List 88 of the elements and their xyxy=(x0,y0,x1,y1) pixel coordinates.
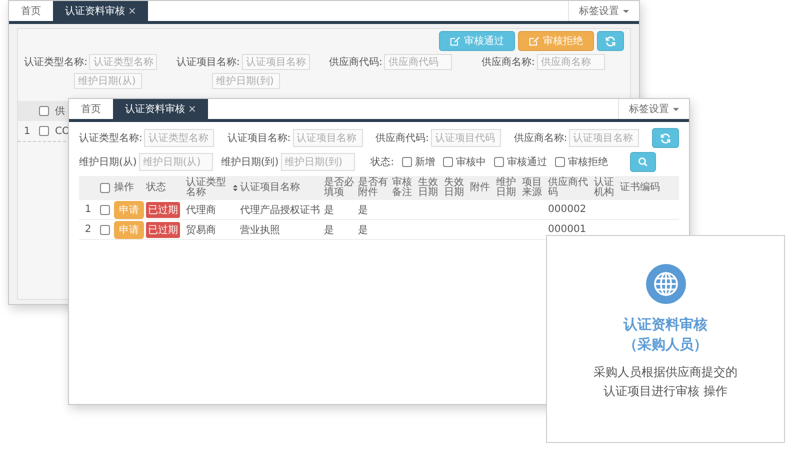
tab[interactable]: 首页 xyxy=(9,1,53,21)
globe-icon xyxy=(646,264,686,304)
checkbox-label: 新增 xyxy=(415,156,435,169)
checkbox[interactable] xyxy=(443,157,453,167)
input-field[interactable]: 认证类型名称 xyxy=(144,129,214,147)
field-label: 状态: xyxy=(370,156,394,169)
refresh-icon xyxy=(605,36,616,46)
field-label: 供应商代码: xyxy=(329,56,382,69)
column-header: 项目来源 xyxy=(522,178,543,198)
column-header: 生效日期 xyxy=(418,178,439,198)
checkbox[interactable] xyxy=(39,126,49,136)
column-header: 审核备注 xyxy=(392,178,413,198)
input-field[interactable]: 认证项目代码 xyxy=(430,129,501,147)
card-subtitle: （采购人员） xyxy=(624,336,708,355)
column-header: 是否有附件 xyxy=(358,178,389,198)
column-header: 失效日期 xyxy=(444,178,465,198)
tab-settings-menu[interactable]: 标签设置 xyxy=(568,1,639,21)
status-badge: 已过期 xyxy=(146,222,180,238)
sort-icon[interactable] xyxy=(233,184,238,192)
search-button[interactable] xyxy=(630,152,656,172)
field-label: 认证类型名称: xyxy=(79,132,142,145)
card-title: 认证资料审核 xyxy=(624,316,708,335)
table-cell: 000002 xyxy=(548,204,586,215)
checkbox[interactable] xyxy=(100,183,110,193)
table-cell: 代理产品授权证书 xyxy=(240,204,320,216)
checkbox[interactable] xyxy=(402,157,412,167)
close-icon[interactable]: × xyxy=(128,6,136,16)
checkbox[interactable] xyxy=(100,204,110,214)
column-header: 附件 xyxy=(470,182,490,194)
status-badge: 已过期 xyxy=(146,202,180,218)
table-cell: 是 xyxy=(358,204,368,216)
table-cell: 是 xyxy=(324,224,334,236)
field-label: 供应商代码: xyxy=(376,132,429,145)
search-icon xyxy=(638,157,648,167)
refresh-icon xyxy=(660,132,671,144)
field-label: 维护日期(到) xyxy=(220,156,279,169)
date-field[interactable]: 维护日期(从) xyxy=(138,153,213,171)
date-field[interactable]: 维护日期(从) xyxy=(74,73,142,89)
row-number: 2 xyxy=(84,224,92,235)
checkbox[interactable] xyxy=(100,224,110,234)
column-header: 认证项目名称 xyxy=(240,182,300,194)
column-header: 状态 xyxy=(146,182,166,194)
table-cell: 是 xyxy=(358,224,368,236)
row-number: 1 xyxy=(84,204,92,215)
refresh-button[interactable] xyxy=(597,31,624,51)
checkbox-label: 审核通过 xyxy=(507,156,547,169)
column-header: 是否必填项 xyxy=(324,178,355,198)
input-field[interactable]: 供应商名称 xyxy=(536,54,605,70)
edit-icon xyxy=(529,36,539,46)
close-icon[interactable]: × xyxy=(188,104,196,114)
card-description: 采购人员根据供应商提交的认证项目进行审核 操作 xyxy=(592,364,738,400)
edit-icon xyxy=(450,36,460,46)
input-field[interactable]: 认证项目名称 xyxy=(292,129,363,147)
tab[interactable]: 首页 xyxy=(69,99,113,119)
field-label: 供应商名称: xyxy=(482,56,535,69)
field-label: 供应商名称: xyxy=(514,132,568,145)
tab-settings-menu[interactable]: 标签设置 xyxy=(618,99,689,119)
column-header: 证书编码 xyxy=(620,182,660,194)
column-header: 操作 xyxy=(114,182,134,194)
tab[interactable]: 认证资料审核 × xyxy=(53,1,148,21)
checkbox[interactable] xyxy=(555,157,565,167)
tab[interactable]: 认证资料审核 × xyxy=(113,99,208,119)
table-cell: 贸易商 xyxy=(186,224,216,236)
column-header: 供 xyxy=(54,105,65,118)
table-cell: 是 xyxy=(324,204,334,216)
table-cell: 代理商 xyxy=(186,204,216,216)
checkbox[interactable] xyxy=(39,106,49,116)
input-field[interactable]: 认证项目名称 xyxy=(569,129,640,147)
input-field[interactable]: 供应商代码 xyxy=(384,54,452,70)
checkbox-label: 审核中 xyxy=(456,156,486,169)
column-header: 维护日期 xyxy=(496,178,517,198)
input-field[interactable]: 认证项目名称 xyxy=(242,54,310,70)
checkbox[interactable] xyxy=(494,157,504,167)
column-header: 认证机构 xyxy=(594,178,615,198)
field-label: 认证类型名称: xyxy=(24,56,88,69)
field-label: 维护日期(从) xyxy=(79,156,137,169)
row-number: 1 xyxy=(22,126,32,136)
input-field[interactable]: 认证类型名称 xyxy=(89,54,158,70)
table-cell: 营业执照 xyxy=(240,224,280,236)
field-label: 认证项目名称: xyxy=(176,56,240,69)
field-label: 认证项目名称: xyxy=(227,132,291,145)
checkbox-label: 审核拒绝 xyxy=(568,156,608,169)
refresh-button[interactable] xyxy=(652,128,679,148)
date-field[interactable]: 维护日期(到) xyxy=(280,153,355,171)
date-field[interactable]: 维护日期(到) xyxy=(212,73,280,89)
column-header: 供应商代码 xyxy=(548,178,589,198)
column-header: 认证类型名称 xyxy=(186,178,227,198)
table-cell: 000001 xyxy=(548,224,586,235)
